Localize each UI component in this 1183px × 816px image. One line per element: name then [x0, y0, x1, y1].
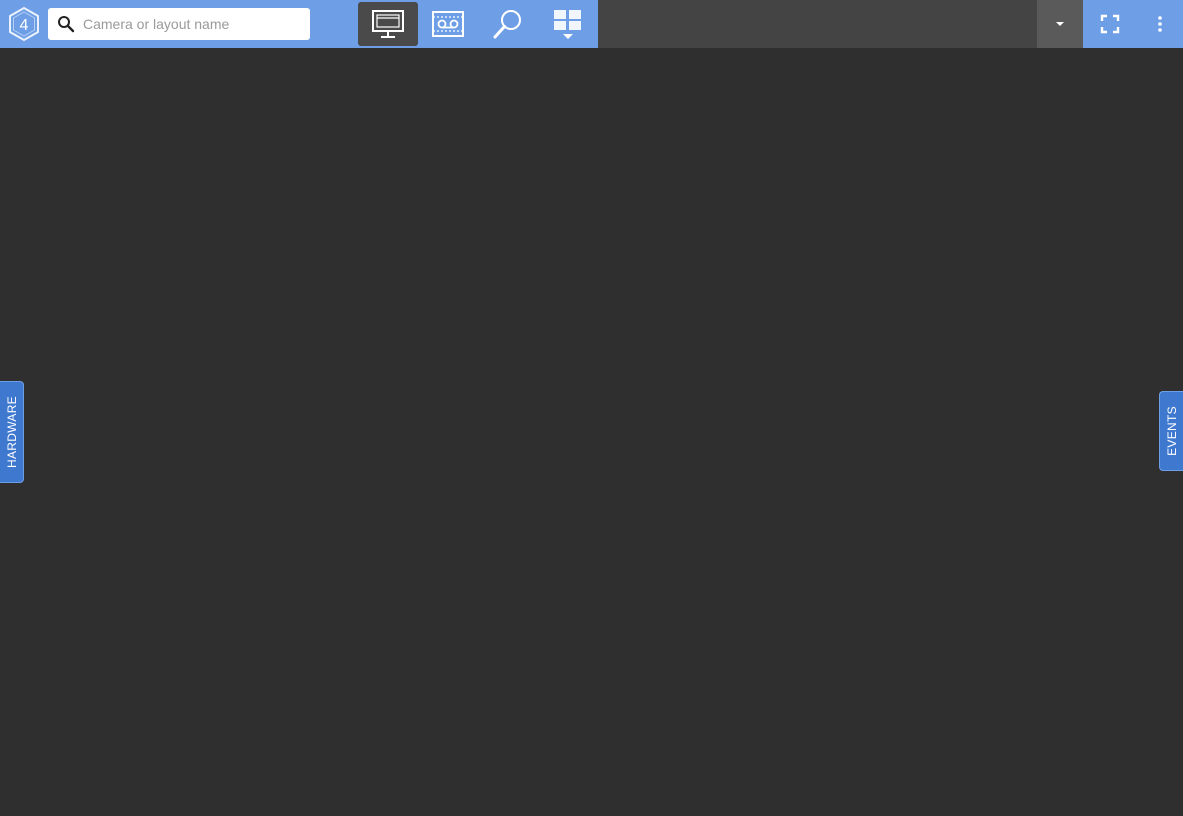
toolbar-left-section: 4: [0, 0, 598, 48]
live-view-button[interactable]: [358, 2, 418, 46]
magnifier-icon: [493, 10, 521, 39]
events-tab-label: EVENTS: [1164, 406, 1179, 456]
playback-button[interactable]: [418, 2, 478, 46]
search-icon: [58, 16, 75, 33]
search-input[interactable]: [83, 8, 303, 40]
caret-down-icon: [1056, 22, 1064, 26]
video-workspace: [0, 48, 1183, 816]
logo-glyph: 4: [20, 17, 29, 34]
fullscreen-icon: [1100, 14, 1120, 34]
more-vertical-icon: [1158, 16, 1162, 32]
fullscreen-button[interactable]: [1090, 4, 1130, 44]
hardware-tab-label: HARDWARE: [4, 396, 19, 468]
more-menu-button[interactable]: [1140, 4, 1180, 44]
events-panel-tab[interactable]: EVENTS: [1159, 391, 1183, 471]
hardware-panel-tab[interactable]: HARDWARE: [0, 381, 24, 483]
dropdown-button[interactable]: [1037, 0, 1083, 48]
top-toolbar: 4: [0, 0, 1183, 48]
search-box[interactable]: [48, 8, 310, 40]
layout-grid-icon: [554, 10, 581, 39]
video-tape-icon: [432, 11, 464, 37]
layout-button[interactable]: [538, 2, 598, 46]
hexagon-4-logo-icon[interactable]: 4: [6, 6, 42, 42]
search-mode-button[interactable]: [478, 2, 538, 46]
monitor-icon: [372, 10, 404, 38]
